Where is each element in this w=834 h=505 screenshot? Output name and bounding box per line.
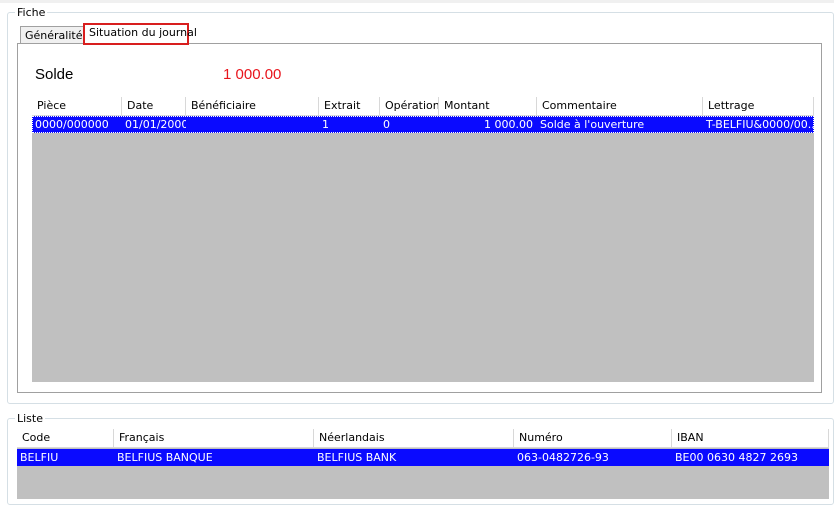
solde-label: Solde (35, 66, 74, 83)
cell-numero: 063-0482726-93 (517, 451, 609, 464)
cell-beneficiaire (186, 116, 319, 133)
solde-value: 1 000.00 (223, 66, 282, 83)
cell-montant: 1 000.00 (484, 118, 533, 131)
table-row[interactable]: BELFIU BELFIUS BANQUE BELFIUS BANK 063-0… (17, 449, 829, 466)
fiche-group-title: Fiche (15, 6, 48, 19)
column-header-piece[interactable]: Pièce (32, 97, 122, 115)
cell-operation: 0 (383, 118, 390, 131)
liste-grid-header: Code Français Néerlandais Numéro IBAN (17, 429, 829, 448)
cell-commentaire: Solde à l'ouverture (540, 118, 645, 131)
column-header-iban[interactable]: IBAN (672, 429, 829, 447)
table-row[interactable]: 0000/000000 01/01/2000 1 0 1 000.00 Sold… (32, 116, 814, 133)
cell-extrait: 1 (322, 118, 329, 131)
cell-iban: BE00 0630 4827 2693 (675, 451, 798, 464)
cell-piece: 0000/000000 (35, 118, 109, 131)
column-header-beneficiaire[interactable]: Bénéficiaire (186, 97, 319, 115)
tab-situation-du-journal[interactable]: Situation du journal (83, 23, 197, 45)
column-header-francais[interactable]: Français (114, 429, 314, 447)
column-header-numero[interactable]: Numéro (514, 429, 672, 447)
journal-grid[interactable]: Pièce Date Bénéficiaire Extrait Opératio… (32, 97, 814, 382)
column-header-lettrage[interactable]: Lettrage (703, 97, 814, 115)
cell-lettrage: T-BELFIU&0000/00... (706, 118, 814, 131)
column-header-commentaire[interactable]: Commentaire (537, 97, 703, 115)
column-header-extrait[interactable]: Extrait (319, 97, 380, 115)
liste-grid[interactable]: Code Français Néerlandais Numéro IBAN BE… (17, 429, 829, 499)
journal-grid-header: Pièce Date Bénéficiaire Extrait Opératio… (32, 97, 814, 116)
liste-group-title: Liste (15, 412, 45, 425)
cell-neerlandais: BELFIUS BANK (317, 451, 397, 464)
column-header-code[interactable]: Code (17, 429, 114, 447)
column-header-montant[interactable]: Montant (439, 97, 537, 115)
column-header-neerlandais[interactable]: Néerlandais (314, 429, 514, 447)
cell-francais: BELFIUS BANQUE (117, 451, 213, 464)
column-header-operation[interactable]: Opération (380, 97, 439, 115)
cell-code: BELFIU (20, 451, 59, 464)
column-header-date[interactable]: Date (122, 97, 186, 115)
cell-date: 01/01/2000 (125, 118, 186, 131)
top-separator (0, 0, 834, 3)
